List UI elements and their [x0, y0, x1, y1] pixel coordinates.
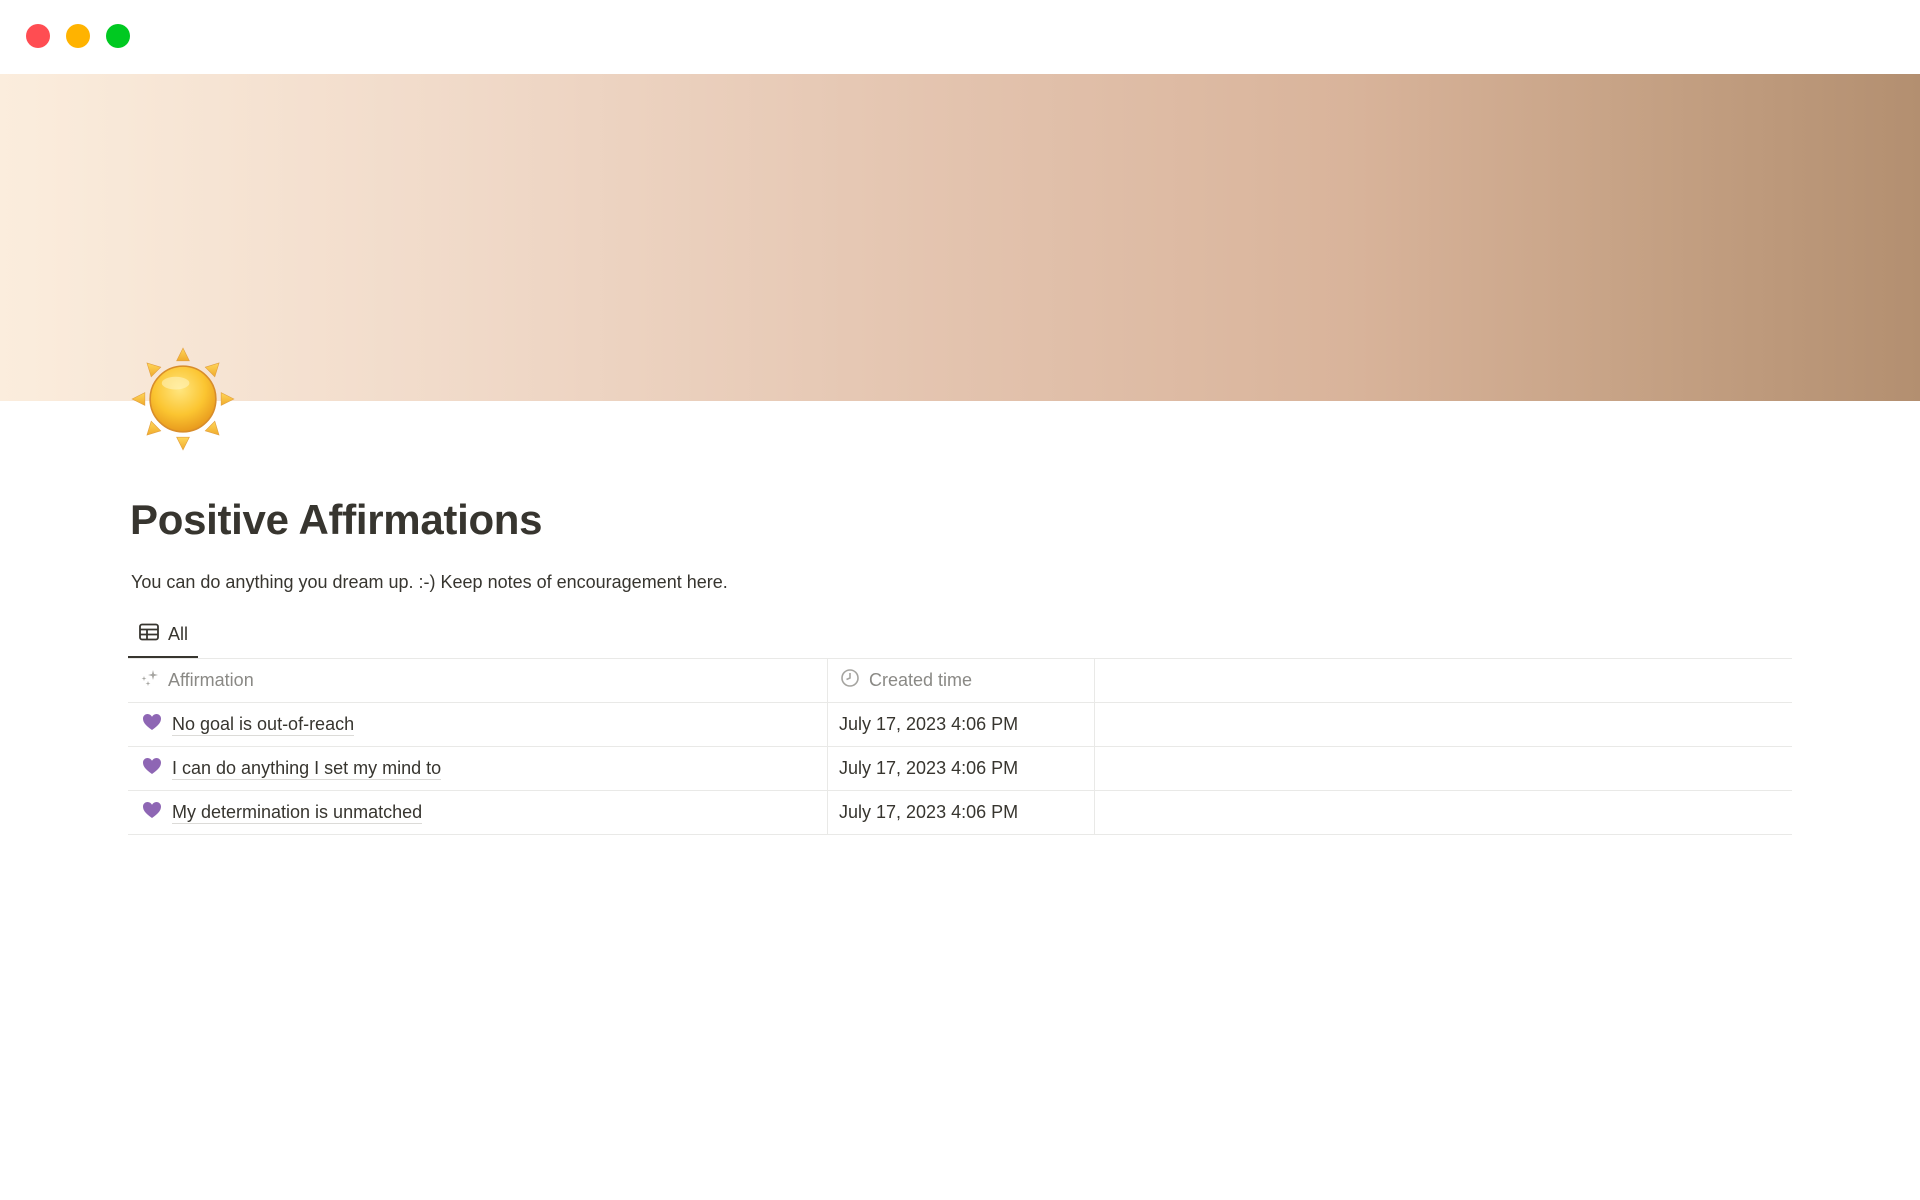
- empty-cell: [1094, 747, 1792, 790]
- tab-all-label: All: [168, 623, 189, 644]
- purple-heart-icon: [138, 755, 172, 782]
- column-header-created-time[interactable]: Created time: [827, 659, 1094, 702]
- empty-cell: [1094, 703, 1792, 746]
- column-header-spacer: [1094, 659, 1792, 702]
- created-time-value: July 17, 2023 4:06 PM: [839, 802, 1019, 822]
- page-title[interactable]: Positive Affirmations: [130, 496, 543, 544]
- affirmation-cell[interactable]: I can do anything I set my mind to: [128, 747, 827, 790]
- created-time-cell: July 17, 2023 4:06 PM: [827, 747, 1094, 790]
- maximize-window-button[interactable]: [106, 24, 130, 48]
- page-description[interactable]: You can do anything you dream up. :-) Ke…: [131, 572, 728, 593]
- purple-heart-icon: [138, 799, 172, 826]
- column-header-affirmation[interactable]: Affirmation: [128, 659, 827, 702]
- created-time-cell: July 17, 2023 4:06 PM: [827, 703, 1094, 746]
- affirmation-link[interactable]: My determination is unmatched: [172, 801, 423, 824]
- sun-icon[interactable]: [130, 346, 236, 452]
- column-header-label: Affirmation: [168, 670, 254, 690]
- table-header-row: Affirmation Created time: [128, 659, 1792, 703]
- column-header-label: Created time: [869, 670, 973, 690]
- clock-icon: [839, 667, 869, 694]
- page-cover[interactable]: [0, 74, 1920, 401]
- created-time-value: July 17, 2023 4:06 PM: [839, 714, 1019, 734]
- affirmation-link[interactable]: No goal is out-of-reach: [172, 713, 355, 736]
- table-row[interactable]: No goal is out-of-reach July 17, 2023 4:…: [128, 703, 1792, 747]
- window-titlebar: [0, 0, 1920, 74]
- close-window-button[interactable]: [26, 24, 50, 48]
- affirmations-table: Affirmation Created time No goal is out-…: [128, 658, 1792, 835]
- minimize-window-button[interactable]: [66, 24, 90, 48]
- tab-all[interactable]: All: [128, 612, 199, 658]
- view-tabs: All: [128, 612, 1792, 658]
- empty-cell: [1094, 791, 1792, 834]
- table-row[interactable]: My determination is unmatched July 17, 2…: [128, 791, 1792, 835]
- created-time-cell: July 17, 2023 4:06 PM: [827, 791, 1094, 834]
- sparkles-icon: [138, 667, 168, 694]
- created-time-value: July 17, 2023 4:06 PM: [839, 758, 1019, 778]
- table-icon: [138, 621, 160, 648]
- affirmation-cell[interactable]: My determination is unmatched: [128, 791, 827, 834]
- affirmation-link[interactable]: I can do anything I set my mind to: [172, 757, 442, 780]
- purple-heart-icon: [138, 711, 172, 738]
- table-row[interactable]: I can do anything I set my mind to July …: [128, 747, 1792, 791]
- affirmation-cell[interactable]: No goal is out-of-reach: [128, 703, 827, 746]
